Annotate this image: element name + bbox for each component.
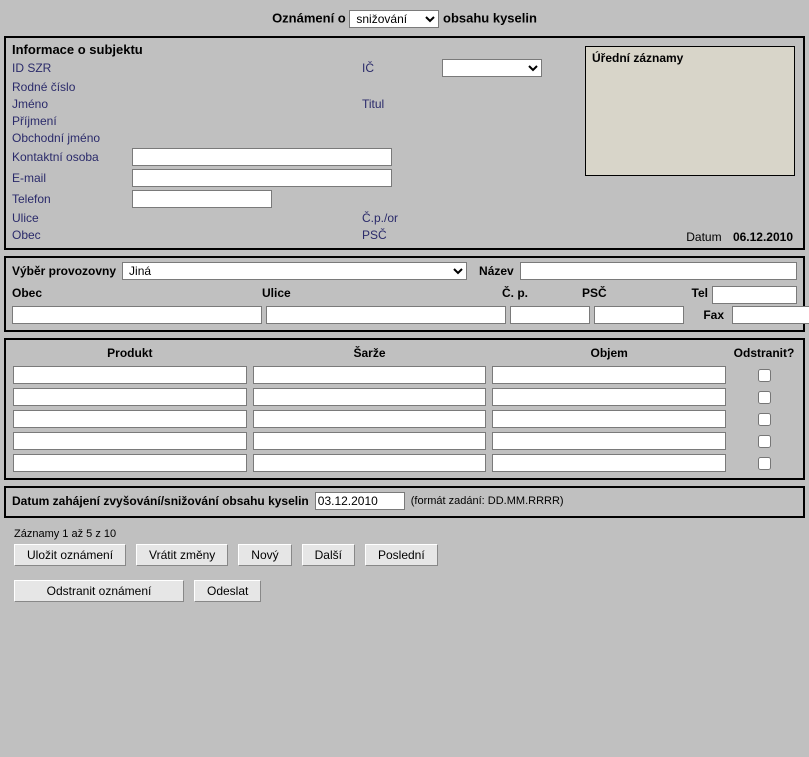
prov-psc-input[interactable] bbox=[594, 306, 684, 324]
sarze-input[interactable] bbox=[253, 410, 487, 428]
table-row bbox=[10, 430, 799, 452]
label-ic: IČ bbox=[362, 61, 442, 75]
subject-panel: Informace o subjektu Úřední záznamy ID S… bbox=[4, 36, 805, 250]
sarze-input[interactable] bbox=[253, 388, 487, 406]
label-datum: Datum bbox=[686, 230, 721, 244]
sarze-input[interactable] bbox=[253, 454, 487, 472]
label-psc: PSČ bbox=[362, 228, 442, 242]
label-prov-psc: PSČ bbox=[582, 286, 672, 304]
label-titul: Titul bbox=[362, 97, 442, 111]
label-ulice: Ulice bbox=[12, 211, 132, 225]
table-row bbox=[10, 408, 799, 430]
label-vyber-provozovny: Výběr provozovny bbox=[12, 264, 116, 278]
label-prov-tel: Tel bbox=[672, 286, 712, 304]
nazev-input[interactable] bbox=[520, 262, 797, 280]
title-post: obsahu kyselin bbox=[443, 10, 537, 25]
ic-select[interactable] bbox=[442, 59, 542, 77]
label-prov-obec: Obec bbox=[12, 286, 262, 304]
objem-input[interactable] bbox=[492, 410, 726, 428]
produkt-input[interactable] bbox=[13, 454, 247, 472]
sarze-input[interactable] bbox=[253, 366, 487, 384]
label-email: E-mail bbox=[12, 171, 132, 185]
produkt-input[interactable] bbox=[13, 432, 247, 450]
col-sarze: Šarže bbox=[250, 344, 490, 364]
remove-checkbox[interactable] bbox=[758, 369, 771, 382]
label-jmeno: Jméno bbox=[12, 97, 132, 111]
label-telefon: Telefon bbox=[12, 192, 132, 206]
save-button[interactable]: Uložit oznámení bbox=[14, 544, 126, 566]
provozovna-panel: Výběr provozovny Jiná Název Obec Ulice Č… bbox=[4, 256, 805, 332]
objem-input[interactable] bbox=[492, 432, 726, 450]
title-type-select[interactable]: snižování bbox=[349, 10, 439, 28]
send-button[interactable]: Odeslat bbox=[194, 580, 261, 602]
label-cp-or: Č.p./or bbox=[362, 211, 442, 225]
items-table: Produkt Šarže Objem Odstranit? bbox=[10, 344, 799, 474]
remove-checkbox[interactable] bbox=[758, 413, 771, 426]
label-prov-fax: Fax bbox=[688, 308, 728, 322]
objem-input[interactable] bbox=[492, 454, 726, 472]
label-obec: Obec bbox=[12, 228, 132, 242]
next-button[interactable]: Další bbox=[302, 544, 355, 566]
produkt-input[interactable] bbox=[13, 410, 247, 428]
label-nazev: Název bbox=[479, 264, 514, 278]
value-datum: 06.12.2010 bbox=[733, 230, 793, 244]
footer-area: Záznamy 1 až 5 z 10 Uložit oznámení Vrát… bbox=[4, 524, 805, 616]
email-input[interactable] bbox=[132, 169, 392, 187]
new-button[interactable]: Nový bbox=[238, 544, 291, 566]
revert-button[interactable]: Vrátit změny bbox=[136, 544, 228, 566]
start-date-panel: Datum zahájení zvyšování/snižování obsah… bbox=[4, 486, 805, 518]
delete-button[interactable]: Odstranit oznámení bbox=[14, 580, 184, 602]
kontaktni-osoba-input[interactable] bbox=[132, 148, 392, 166]
prov-obec-input[interactable] bbox=[12, 306, 262, 324]
produkt-input[interactable] bbox=[13, 388, 247, 406]
prov-fax-input[interactable] bbox=[732, 306, 809, 324]
last-button[interactable]: Poslední bbox=[365, 544, 438, 566]
col-objem: Objem bbox=[489, 344, 729, 364]
prov-ulice-input[interactable] bbox=[266, 306, 506, 324]
official-records-heading: Úřední záznamy bbox=[592, 51, 683, 65]
prov-tel-input[interactable] bbox=[712, 286, 797, 304]
table-row bbox=[10, 452, 799, 474]
objem-input[interactable] bbox=[492, 388, 726, 406]
produkt-input[interactable] bbox=[13, 366, 247, 384]
label-rodne-cislo: Rodné číslo bbox=[12, 80, 132, 94]
record-count: Záznamy 1 až 5 z 10 bbox=[14, 528, 799, 540]
title-pre: Oznámení o bbox=[272, 10, 346, 25]
label-obchodni-jmeno: Obchodní jméno bbox=[12, 131, 132, 145]
label-prov-ulice: Ulice bbox=[262, 286, 502, 304]
remove-checkbox[interactable] bbox=[758, 391, 771, 404]
remove-checkbox[interactable] bbox=[758, 457, 771, 470]
telefon-input[interactable] bbox=[132, 190, 272, 208]
table-row bbox=[10, 364, 799, 386]
label-kontaktni-osoba: Kontaktní osoba bbox=[12, 150, 132, 164]
objem-input[interactable] bbox=[492, 366, 726, 384]
label-start-date: Datum zahájení zvyšování/snižování obsah… bbox=[12, 494, 309, 508]
label-prijmeni: Příjmení bbox=[12, 114, 132, 128]
remove-checkbox[interactable] bbox=[758, 435, 771, 448]
label-id-szr: ID SZR bbox=[12, 61, 132, 75]
sarze-input[interactable] bbox=[253, 432, 487, 450]
start-date-hint: (formát zadání: DD.MM.RRRR) bbox=[411, 495, 564, 507]
provozovna-select[interactable]: Jiná bbox=[122, 262, 467, 280]
items-panel: Produkt Šarže Objem Odstranit? bbox=[4, 338, 805, 480]
subject-date-line: Datum 06.12.2010 bbox=[686, 230, 793, 244]
start-date-input[interactable] bbox=[315, 492, 405, 510]
page-title-bar: Oznámení o snižování obsahu kyselin bbox=[4, 4, 805, 36]
col-odstranit: Odstranit? bbox=[729, 344, 799, 364]
col-produkt: Produkt bbox=[10, 344, 250, 364]
table-row bbox=[10, 386, 799, 408]
label-prov-cp: Č. p. bbox=[502, 286, 582, 304]
official-records-box: Úřední záznamy bbox=[585, 46, 795, 176]
prov-cp-input[interactable] bbox=[510, 306, 590, 324]
